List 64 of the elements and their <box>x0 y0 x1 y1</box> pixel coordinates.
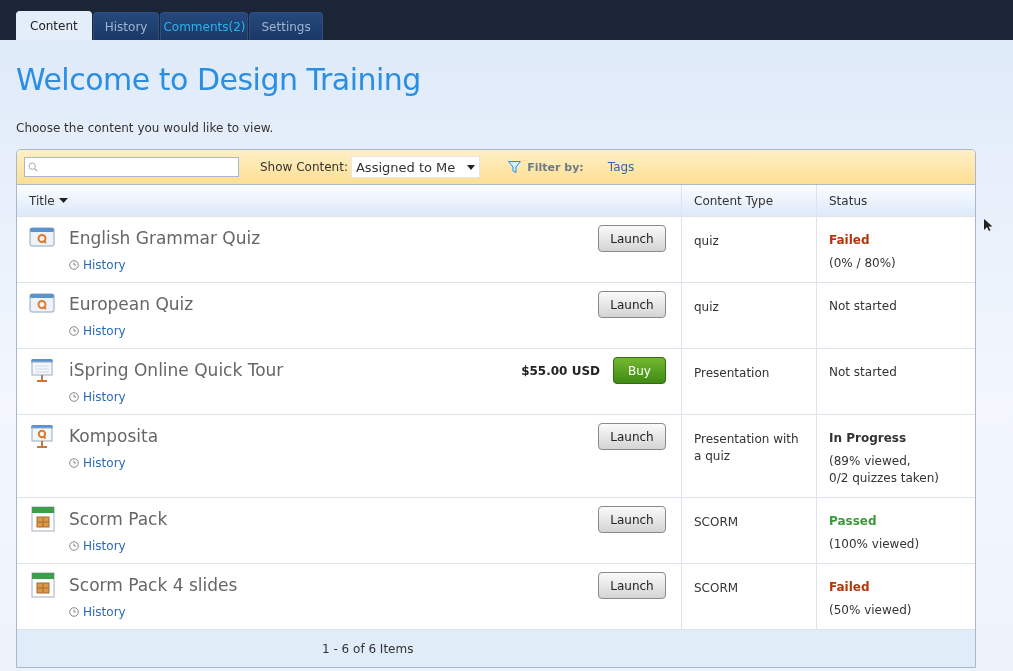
tab[interactable]: Comments(2) <box>160 12 249 40</box>
content-type-text: Presentation with a quiz <box>694 431 800 465</box>
history-link[interactable]: History <box>83 390 126 404</box>
column-header[interactable]: Title <box>29 193 68 208</box>
page-title: Welcome to Design Training <box>16 62 422 97</box>
column-header: Status <box>829 193 868 208</box>
intro-text: Choose the content you would like to view. <box>16 121 275 135</box>
clock-icon <box>69 392 79 402</box>
launch-button[interactable]: Launch <box>598 423 666 450</box>
search-field[interactable] <box>24 157 239 177</box>
filter-icon <box>508 161 522 173</box>
content-type-text: quiz <box>694 233 720 250</box>
column-header: Content Type <box>694 193 774 208</box>
status-text: Passed <box>829 514 878 528</box>
tags-link[interactable]: Tags <box>607 160 635 174</box>
history-link[interactable]: History <box>83 456 126 470</box>
presentation-board-icon <box>29 423 55 449</box>
content-title: Scorm Pack 4 slides <box>69 575 238 595</box>
status-detail: (100% viewed) <box>829 536 921 553</box>
content-title: European Quiz <box>69 294 194 314</box>
status-detail: (0% / 80%) <box>829 255 897 272</box>
mouse-pointer-icon <box>983 218 993 232</box>
launch-button[interactable]: Launch <box>598 291 666 318</box>
status-text: Not started <box>829 299 898 313</box>
content-type-text: SCORM <box>694 580 740 597</box>
status-text: Failed <box>829 580 871 594</box>
content-title: Komposita <box>69 426 159 446</box>
tab[interactable]: Settings <box>249 12 323 40</box>
history-link[interactable]: History <box>83 539 126 553</box>
clock-icon <box>69 326 79 336</box>
status-text: In Progress <box>829 431 908 445</box>
price-text: $55.00 USD <box>521 363 600 378</box>
clock-icon <box>69 458 79 468</box>
package-icon <box>29 572 55 598</box>
launch-button[interactable]: Launch <box>598 225 666 252</box>
status-text: Failed <box>829 233 871 247</box>
tab[interactable]: History <box>92 12 160 40</box>
filter-label: Filter by: <box>527 160 584 174</box>
clock-icon <box>69 260 79 270</box>
show-content-label: Show Content: <box>260 160 348 174</box>
content-type-text: SCORM <box>694 514 740 531</box>
content-title: English Grammar Quiz <box>69 228 261 248</box>
history-link[interactable]: History <box>83 605 126 619</box>
pager-text: 1 - 6 of 6 Items <box>322 641 414 656</box>
status-detail: (50% viewed) <box>829 602 913 619</box>
content-title: iSpring Online Quick Tour <box>69 360 284 380</box>
status-detail: (89% viewed, 0/2 quizzes taken) <box>829 453 940 487</box>
content-type-text: Presentation <box>694 365 771 382</box>
caret-icon <box>467 164 476 170</box>
clock-icon <box>69 541 79 551</box>
presentation-board-icon <box>29 357 55 383</box>
history-link[interactable]: History <box>83 324 126 338</box>
buy-button[interactable]: Buy <box>613 357 666 384</box>
package-icon <box>29 506 55 532</box>
tab[interactable]: Content <box>16 11 92 40</box>
clock-icon <box>69 607 79 617</box>
content-type-text: quiz <box>694 299 720 316</box>
content-title: Scorm Pack <box>69 509 168 529</box>
launch-button[interactable]: Launch <box>598 572 666 599</box>
search-icon <box>28 162 38 172</box>
show-content-dropdown[interactable]: Assigned to Me <box>350 156 481 178</box>
history-link[interactable]: History <box>83 258 126 272</box>
launch-button[interactable]: Launch <box>598 506 666 533</box>
status-text: Not started <box>829 365 898 379</box>
